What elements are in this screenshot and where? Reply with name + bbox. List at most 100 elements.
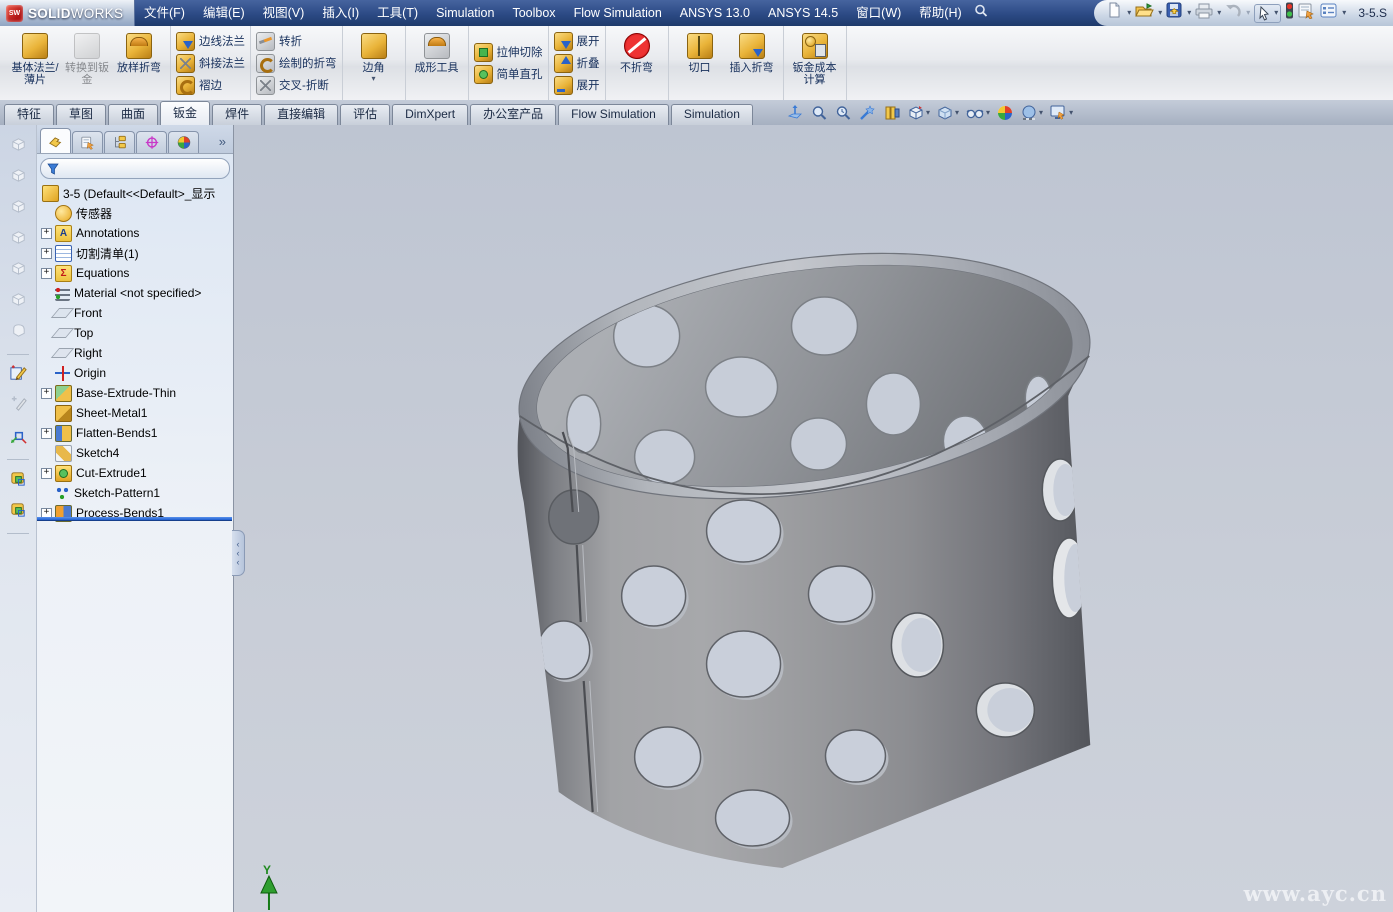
tree-item-sketch4[interactable]: Sketch4 <box>37 443 233 463</box>
rollback-bar[interactable] <box>37 517 232 520</box>
zoom-to-fit-icon[interactable] <box>786 104 804 122</box>
magnified-selection-icon[interactable] <box>858 104 877 122</box>
save-button[interactable] <box>1166 2 1183 24</box>
tree-root[interactable]: 3-5 (Default<<Default>_显示 <box>37 183 233 203</box>
select-tool[interactable]: ▾ <box>1254 4 1281 23</box>
corner-caret[interactable]: ▾ <box>371 75 375 83</box>
tab-sketch[interactable]: 草图 <box>56 104 106 125</box>
configurationmanager-tab[interactable] <box>104 131 135 153</box>
tree-item-material[interactable]: Material <not specified> <box>37 283 233 303</box>
no-bends-button[interactable]: 不折弯 <box>611 28 663 99</box>
base-flange-button[interactable]: 基体法兰/薄片 <box>9 28 61 99</box>
edit-appearance-icon[interactable] <box>996 104 1014 122</box>
tab-flow-simulation[interactable]: Flow Simulation <box>558 104 669 125</box>
view-rounded-icon[interactable] <box>9 321 28 345</box>
new-document-caret[interactable]: ▾ <box>1127 9 1131 17</box>
tab-weldments[interactable]: 焊件 <box>212 104 262 125</box>
options-button[interactable] <box>1320 3 1338 24</box>
tab-surfaces[interactable]: 曲面 <box>108 104 158 125</box>
tab-sheet-metal[interactable]: 钣金 <box>160 101 210 125</box>
menu-flow-simulation[interactable]: Flow Simulation <box>565 0 671 26</box>
corner-button[interactable]: 边角 ▾ <box>348 28 400 99</box>
new-sketch-icon[interactable] <box>9 364 28 388</box>
insert-bends-button[interactable]: 插入折弯 <box>726 28 778 99</box>
menu-ansys-13[interactable]: ANSYS 13.0 <box>671 0 759 26</box>
expander-icon[interactable]: + <box>41 428 52 439</box>
miter-flange-button[interactable]: 斜接法兰 <box>176 53 245 73</box>
tree-item-origin[interactable]: Origin <box>37 363 233 383</box>
sketched-bend-button[interactable]: 绘制的折弯 <box>256 53 337 73</box>
tree-item-cut-list[interactable]: + 切割清单(1) <box>37 243 233 263</box>
graphics-viewport[interactable]: Y www.ayc.cn <box>234 125 1393 912</box>
menu-window[interactable]: 窗口(W) <box>847 0 910 26</box>
tree-filter-box[interactable] <box>40 158 230 179</box>
flatten-button[interactable]: 展开 <box>554 75 600 95</box>
model-canvas[interactable]: Y <box>234 125 1393 912</box>
tab-evaluate[interactable]: 评估 <box>340 104 390 125</box>
jog-button[interactable]: 转折 <box>256 31 337 51</box>
fold-button[interactable]: 折叠 <box>554 53 600 73</box>
expander-icon[interactable]: + <box>41 248 52 259</box>
previous-view-icon[interactable] <box>834 104 852 122</box>
tree-item-sheet-metal1[interactable]: Sheet-Metal1 <box>37 403 233 423</box>
hem-button[interactable]: 褶边 <box>176 75 245 95</box>
extruded-cut-button[interactable]: 拉伸切除 <box>474 42 543 62</box>
hide-show-items-icon[interactable]: ▾ <box>965 104 990 122</box>
tree-item-sketch-pattern1[interactable]: Sketch-Pattern1 <box>37 483 233 503</box>
convert-to-sheetmetal-button[interactable]: 转换到钣金 <box>61 28 113 99</box>
tab-simulation[interactable]: Simulation <box>671 104 753 125</box>
options-caret[interactable]: ▾ <box>1342 9 1346 17</box>
tree-item-equations[interactable]: + Σ Equations <box>37 263 233 283</box>
dimxpertmanager-tab[interactable] <box>136 131 167 153</box>
select-caret[interactable]: ▾ <box>1274 9 1278 17</box>
simple-hole-button[interactable]: 简单直孔 <box>474 64 543 84</box>
tree-item-cut-extrude1[interactable]: + Cut-Extrude1 <box>37 463 233 483</box>
zoom-to-area-icon[interactable] <box>810 104 828 122</box>
menu-help[interactable]: 帮助(H) <box>910 0 970 26</box>
menu-view[interactable]: 视图(V) <box>254 0 314 26</box>
edge-flange-button[interactable]: 边线法兰 <box>176 31 245 51</box>
tree-item-process-bends1[interactable]: + Process-Bends1 <box>37 503 233 523</box>
menu-simulation[interactable]: Simulation <box>427 0 503 26</box>
open-caret[interactable]: ▾ <box>1158 9 1162 17</box>
open-button[interactable] <box>1135 2 1154 24</box>
displaymanager-tab[interactable] <box>168 131 199 153</box>
tree-item-sensors[interactable]: 传感器 <box>37 203 233 223</box>
sheetmetal-cost-button[interactable]: 钣金成本计算 <box>789 28 841 99</box>
new-document-button[interactable] <box>1106 2 1123 24</box>
search-icon[interactable] <box>973 3 989 24</box>
expander-icon[interactable]: + <box>41 268 52 279</box>
view-orientation-icon[interactable]: ▾ <box>907 104 930 122</box>
panel-collapse-handle[interactable]: ‹ ‹ ‹ <box>232 530 245 576</box>
undo-button[interactable] <box>1225 3 1242 24</box>
unfold-button[interactable]: 展开 <box>554 31 600 51</box>
cross-break-button[interactable]: 交叉-折断 <box>256 75 337 95</box>
menu-edit[interactable]: 编辑(E) <box>194 0 254 26</box>
menu-insert[interactable]: 插入(I) <box>313 0 368 26</box>
forming-tool-button[interactable]: 成形工具 <box>411 28 463 99</box>
propertymanager-tab[interactable] <box>72 131 103 153</box>
rip-button[interactable]: 切口 <box>674 28 726 99</box>
expander-icon[interactable]: + <box>41 228 52 239</box>
menu-tools[interactable]: 工具(T) <box>368 0 427 26</box>
tab-features[interactable]: 特征 <box>4 104 54 125</box>
properties-button[interactable] <box>1298 2 1316 24</box>
tree-item-front-plane[interactable]: Front <box>37 303 233 323</box>
view-cube-icon-1[interactable] <box>9 135 28 159</box>
view-cube-icon-5[interactable] <box>9 259 28 283</box>
print-button[interactable] <box>1195 3 1213 24</box>
view-cube-icon-3[interactable] <box>9 197 28 221</box>
lofted-bend-button[interactable]: 放样折弯 <box>113 28 165 99</box>
section-view-icon[interactable] <box>883 104 901 122</box>
tab-office-products[interactable]: 办公室产品 <box>470 104 556 125</box>
coordinate-system-icon[interactable] <box>9 426 28 450</box>
print-caret[interactable]: ▾ <box>1217 9 1221 17</box>
save-caret[interactable]: ▾ <box>1187 9 1191 17</box>
tree-item-flatten-bends1[interactable]: + Flatten-Bends1 <box>37 423 233 443</box>
traffic-light-icon[interactable] <box>1285 2 1294 24</box>
sheetmetal-feature-icon-2[interactable] <box>9 500 28 524</box>
tree-item-base-extrude-thin[interactable]: + Base-Extrude-Thin <box>37 383 233 403</box>
panel-tabs-overflow[interactable]: » <box>219 134 230 153</box>
apply-scene-icon[interactable]: ▾ <box>1020 104 1043 122</box>
menu-toolbox[interactable]: Toolbox <box>503 0 564 26</box>
